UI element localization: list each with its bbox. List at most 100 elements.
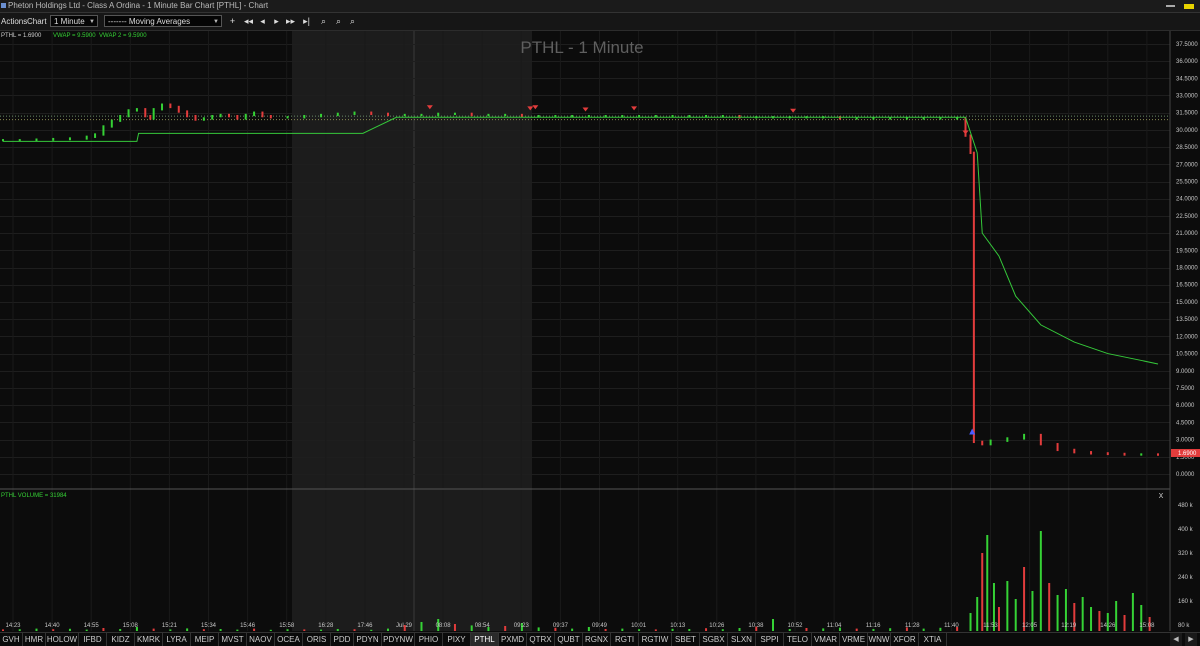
tab-vmar[interactable]: VMAR	[812, 633, 840, 646]
volume-bar	[1123, 615, 1126, 631]
tab-naov[interactable]: NAOV	[247, 633, 275, 646]
tab-qtrx[interactable]: QTRX	[527, 633, 555, 646]
price-volume-chart[interactable]: PTHL - 1 Minute PTHL = 1.6900 VWAP = 9.5…	[0, 31, 1200, 632]
minimize-icon[interactable]	[1166, 5, 1175, 7]
tab-sgbx[interactable]: SGBX	[700, 633, 728, 646]
scroll-right-icon[interactable]: ▸	[271, 16, 282, 27]
tab-xtia[interactable]: XTIA	[919, 633, 947, 646]
vwap2-legend: VWAP 2 = 9.5900	[99, 33, 147, 39]
symbol-tabs: GVH HMR HOLOW IFBD KIDZ KMRK LYRA MEIP MVST NAOV O…	[0, 632, 1200, 646]
time-tick-label: 10:13	[670, 623, 686, 629]
zoom-in-icon[interactable]: ⌕	[333, 16, 344, 27]
price-tick-label: 9.0000	[1176, 369, 1195, 375]
chart-area[interactable]: PTHL - 1 Minute PTHL = 1.6900 VWAP = 9.5…	[0, 31, 1200, 632]
tab-pixy[interactable]: PIXY	[443, 633, 471, 646]
volume-bar	[671, 628, 674, 631]
chart-menu[interactable]: Chart	[27, 13, 47, 30]
tab-pdynw[interactable]: PDYNW	[382, 633, 415, 646]
volume-bar	[52, 629, 55, 631]
volume-bar	[219, 629, 222, 631]
tab-sppi[interactable]: SPPI	[756, 633, 784, 646]
window-title: Pheton Holdings Ltd - Class A Ordina - 1…	[8, 1, 269, 10]
tab-meip[interactable]: MEIP	[191, 633, 219, 646]
last-price-tag: 1.6900	[1171, 449, 1200, 457]
app-icon	[1, 3, 6, 8]
tab-mvst[interactable]: MVST	[219, 633, 247, 646]
volume-bar	[320, 629, 323, 631]
scroll-first-icon[interactable]: ◂◂	[243, 16, 254, 27]
volume-bar	[872, 629, 875, 631]
zoom-icon[interactable]: ⌕	[318, 16, 329, 27]
tab-sbet[interactable]: SBET	[672, 633, 700, 646]
zoom-out-icon[interactable]: ⌕	[347, 16, 358, 27]
link-color-icon[interactable]	[1184, 3, 1194, 9]
volume-bar	[1056, 595, 1059, 631]
price-bar	[152, 108, 155, 120]
volume-bar	[186, 628, 189, 631]
close-pane-icon[interactable]: x	[1159, 490, 1164, 500]
vwap-legend: VWAP = 9.5900	[53, 33, 96, 39]
time-tick-label: 09:23	[514, 623, 530, 629]
price-tick-label: 13.5000	[1176, 317, 1198, 323]
tab-pxmd[interactable]: PXMD	[499, 633, 527, 646]
tab-kidz[interactable]: KIDZ	[107, 633, 135, 646]
price-bar	[1023, 433, 1026, 440]
time-tick-label: 09:49	[592, 623, 608, 629]
volume-bar	[119, 629, 122, 631]
price-tick-label: 3.0000	[1176, 438, 1195, 444]
volume-bar	[303, 629, 306, 631]
scroll-fast-right-icon[interactable]: ▸▸	[285, 16, 296, 27]
interval-value: 1 Minute	[54, 17, 85, 26]
price-bar	[253, 111, 256, 117]
tab-hmr[interactable]: HMR	[23, 633, 46, 646]
tab-lyra[interactable]: LYRA	[163, 633, 191, 646]
scroll-left-icon[interactable]: ◂	[257, 16, 268, 27]
volume-bar	[939, 627, 942, 631]
add-icon[interactable]: +	[227, 16, 238, 27]
time-tick-label: 09:37	[553, 623, 569, 629]
tabs-scroll-left-icon[interactable]: ◀	[1170, 633, 1182, 646]
tab-pdyn[interactable]: PDYN	[354, 633, 382, 646]
tab-gvh[interactable]: GVH	[0, 633, 23, 646]
time-tick-label: 11:53	[983, 623, 998, 629]
tab-ocea[interactable]: OCEA	[275, 633, 303, 646]
volume-bar	[788, 629, 791, 631]
price-bar	[336, 112, 339, 117]
interval-select[interactable]: 1 Minute ▼	[50, 15, 98, 27]
tab-kmrk[interactable]: KMRK	[135, 633, 163, 646]
tab-rgtiw[interactable]: RGTIW	[639, 633, 672, 646]
tab-pdd[interactable]: PDD	[331, 633, 354, 646]
scroll-last-icon[interactable]: ▸|	[301, 16, 312, 27]
volume-bar	[18, 629, 21, 631]
tab-telo[interactable]: TELO	[784, 633, 812, 646]
actions-menu[interactable]: Actions	[1, 13, 27, 30]
price-tick-label: 37.5000	[1176, 42, 1198, 48]
tab-rgnx[interactable]: RGNX	[583, 633, 611, 646]
tab-rgti[interactable]: RGTI	[611, 633, 639, 646]
volume-bar	[976, 597, 979, 631]
tab-pthl[interactable]: PTHL	[471, 633, 499, 646]
studies-select[interactable]: ------- Moving Averages ▼	[104, 15, 222, 27]
tab-ifbd[interactable]: IFBD	[79, 633, 107, 646]
volume-bar	[504, 626, 507, 631]
price-bar	[52, 137, 55, 141]
price-tick-label: 21.0000	[1176, 231, 1198, 237]
volume-bar	[286, 629, 289, 631]
time-tick-label: 11:28	[905, 623, 920, 629]
tab-slxn[interactable]: SLXN	[728, 633, 756, 646]
volume-bar	[420, 622, 423, 631]
tab-holow[interactable]: HOLOW	[46, 633, 79, 646]
tab-phio[interactable]: PHIO	[415, 633, 443, 646]
tab-wnw[interactable]: WNW	[868, 633, 891, 646]
tab-vrme[interactable]: VRME	[840, 633, 868, 646]
volume-bar	[571, 628, 574, 631]
tabs-scroll-right-icon[interactable]: ▶	[1185, 633, 1197, 646]
price-bar	[1039, 433, 1042, 446]
volume-bar	[537, 627, 540, 631]
price-bar	[68, 137, 71, 141]
tab-oris[interactable]: ORIS	[303, 633, 331, 646]
time-tick-label: 10:01	[631, 623, 647, 629]
tab-xfor[interactable]: XFOR	[891, 633, 919, 646]
price-tick-label: 36.0000	[1176, 59, 1198, 65]
tab-qubt[interactable]: QUBT	[555, 633, 583, 646]
